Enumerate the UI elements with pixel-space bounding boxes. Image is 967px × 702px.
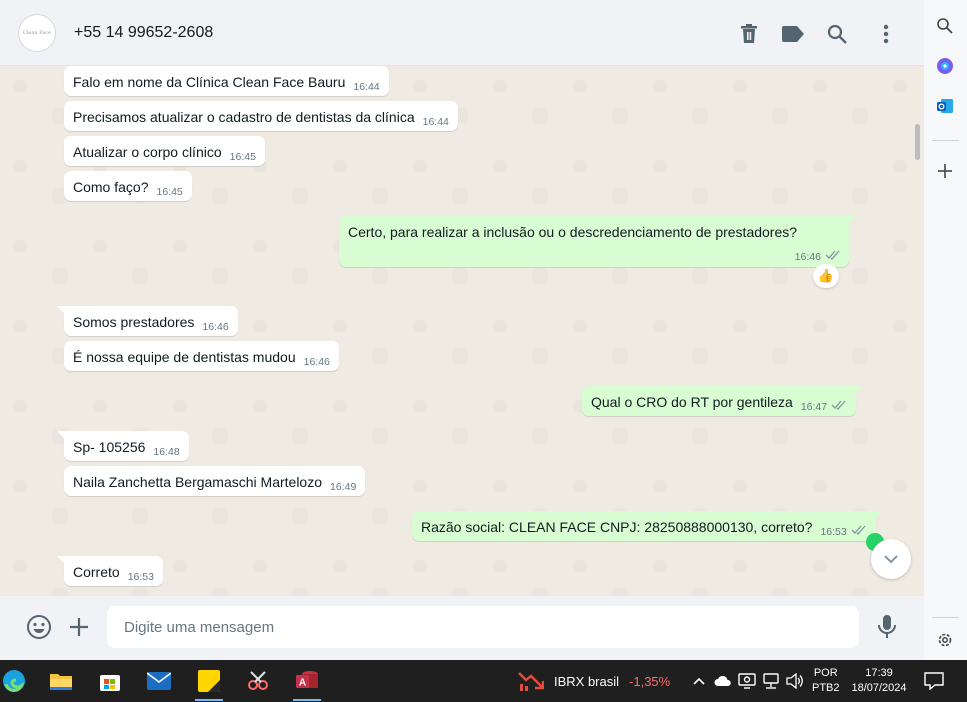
- edge-browser-icon[interactable]: [0, 667, 28, 695]
- chat-header[interactable]: Clean Face +55 14 99652-2608: [0, 0, 924, 66]
- label-tag-icon[interactable]: [781, 22, 805, 46]
- message-incoming[interactable]: Naila Zanchetta Bergamaschi Martelozo 16:…: [64, 466, 366, 496]
- message-text: Como faço?: [73, 179, 149, 195]
- clock-date: 18/07/2024: [851, 682, 907, 694]
- message-incoming[interactable]: É nossa equipe de dentistas mudou 16:46: [64, 341, 339, 371]
- microphone-icon[interactable]: [876, 614, 898, 640]
- sidebar-divider: [932, 140, 959, 141]
- system-clock[interactable]: 17:39 18/07/2024: [848, 666, 910, 696]
- mail-icon[interactable]: [145, 667, 173, 695]
- input-language-indicator[interactable]: POR PTB2: [812, 666, 840, 696]
- message-time: 16:46: [202, 321, 229, 333]
- emoji-icon[interactable]: [26, 614, 52, 640]
- plus-attach-icon[interactable]: [66, 614, 92, 640]
- message-incoming[interactable]: Somos prestadores 16:46: [57, 306, 238, 336]
- message-incoming[interactable]: Atualizar o corpo clínico 16:45: [64, 136, 265, 166]
- windows-taskbar: A IBRX brasil -1,35% POR PTB2 17:39 18/0…: [0, 660, 967, 702]
- browser-sidebar: [924, 0, 967, 660]
- outlook-icon[interactable]: [934, 95, 956, 117]
- sticky-notes-icon[interactable]: [195, 667, 223, 701]
- microsoft-store-icon[interactable]: [96, 667, 124, 695]
- message-incoming[interactable]: Precisamos atualizar o cadastro de denti…: [64, 101, 458, 131]
- scrollbar-thumb[interactable]: [915, 124, 920, 160]
- message-text: É nossa equipe de dentistas mudou: [73, 349, 296, 365]
- search-icon[interactable]: [934, 15, 956, 37]
- delete-icon[interactable]: [737, 22, 761, 46]
- add-icon[interactable]: [934, 160, 956, 182]
- message-input[interactable]: [107, 606, 859, 648]
- message-text: Qual o CRO do RT por gentileza: [591, 394, 793, 410]
- clock-time: 17:39: [865, 667, 893, 679]
- file-explorer-icon[interactable]: [47, 667, 75, 695]
- menu-dots-icon[interactable]: [874, 22, 898, 46]
- avatar-logo-text: Clean Face: [22, 30, 52, 36]
- message-list[interactable]: Falo em nome da Clínica Clean Face Bauru…: [0, 66, 924, 596]
- stock-change: -1,35%: [629, 673, 671, 689]
- message-time: 16:46: [794, 251, 821, 263]
- svg-text:A: A: [299, 678, 306, 689]
- contact-name[interactable]: +55 14 99652-2608: [74, 24, 213, 42]
- double-check-icon: [831, 397, 847, 413]
- message-text: Precisamos atualizar o cadastro de denti…: [73, 109, 415, 125]
- onedrive-cloud-icon[interactable]: [714, 672, 732, 690]
- monitor-settings-icon[interactable]: [738, 672, 756, 690]
- snipping-tool-icon[interactable]: [244, 667, 272, 695]
- search-icon[interactable]: [825, 22, 849, 46]
- message-time: 16:47: [800, 401, 828, 413]
- message-text: Sp- 105256: [73, 439, 146, 455]
- message-time: 16:45: [156, 186, 183, 198]
- thumbs-up-reaction-icon[interactable]: 👍: [813, 264, 839, 288]
- chevron-down-icon: [884, 555, 898, 564]
- stock-name: IBRX brasil: [554, 673, 620, 689]
- chat-window: Clean Face +55 14 99652-2608 Falo em nom…: [0, 0, 924, 660]
- chevron-up-icon[interactable]: [690, 672, 708, 690]
- message-text: Correto: [73, 564, 120, 580]
- message-outgoing[interactable]: Certo, para realizar a inclusão ou o des…: [339, 216, 856, 267]
- message-time: 16:45: [229, 151, 256, 163]
- message-incoming[interactable]: Falo em nome da Clínica Clean Face Bauru…: [64, 66, 389, 96]
- message-time: 16:46: [303, 356, 330, 368]
- scroll-down-button[interactable]: [871, 539, 911, 579]
- message-incoming[interactable]: Sp- 105256 16:48: [57, 431, 189, 461]
- sidebar-divider: [932, 617, 959, 618]
- stock-chart-down-icon: [518, 672, 544, 691]
- message-text: Atualizar o corpo clínico: [73, 144, 222, 160]
- message-text: Razão social: CLEAN FACE CNPJ: 282508880…: [421, 519, 813, 535]
- message-time: 16:44: [422, 116, 449, 128]
- message-outgoing[interactable]: Qual o CRO do RT por gentileza 16:47: [582, 386, 864, 416]
- language-code: POR: [813, 667, 838, 679]
- double-check-icon: [825, 247, 841, 263]
- message-text: Falo em nome da Clínica Clean Face Bauru: [73, 74, 346, 90]
- message-time: 16:49: [330, 481, 357, 493]
- message-time: 16:53: [127, 571, 154, 583]
- copilot-icon[interactable]: [934, 55, 956, 77]
- message-time: 16:48: [153, 446, 180, 458]
- message-text: Naila Zanchetta Bergamaschi Martelozo: [73, 474, 323, 490]
- double-check-icon: [851, 522, 867, 538]
- avatar[interactable]: Clean Face: [18, 14, 56, 52]
- message-outgoing[interactable]: Razão social: CLEAN FACE CNPJ: 282508880…: [412, 511, 883, 541]
- stock-widget[interactable]: IBRX brasil -1,35%: [518, 668, 670, 694]
- message-time: 16:44: [353, 81, 380, 93]
- message-text: Somos prestadores: [73, 314, 195, 330]
- message-incoming[interactable]: Correto 16:53: [57, 556, 163, 586]
- volume-icon[interactable]: [786, 672, 804, 690]
- message-time: 16:53: [820, 526, 847, 538]
- keyboard-layout: PTB2: [812, 682, 840, 694]
- message-incoming[interactable]: Como faço? 16:45: [64, 171, 192, 201]
- network-icon[interactable]: [762, 672, 780, 690]
- notification-icon[interactable]: [924, 672, 944, 691]
- message-text: Certo, para realizar a inclusão ou o des…: [348, 224, 798, 240]
- access-database-icon[interactable]: A: [293, 667, 321, 701]
- composer-bar: [0, 596, 924, 660]
- gear-icon[interactable]: [934, 629, 956, 651]
